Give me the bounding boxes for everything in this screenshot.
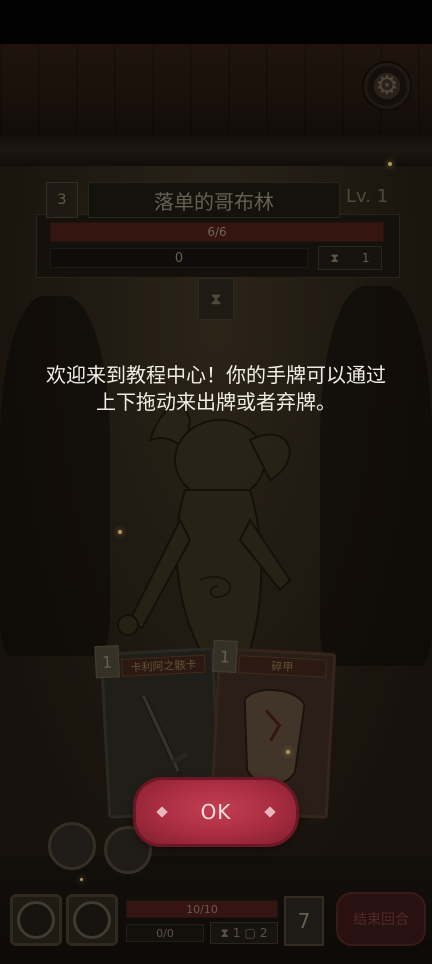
header-divider	[0, 134, 432, 166]
enemy-level-text: Lv. 1	[346, 186, 389, 207]
enemy-intent-value: 1	[361, 251, 370, 265]
ok-button-label: OK	[200, 800, 232, 824]
card-cost: 1	[94, 645, 121, 679]
player-block-bar: 0/0	[126, 924, 204, 942]
tutorial-line-1: 欢迎来到教程中心！你的手牌可以通过	[46, 363, 386, 387]
relic-icon[interactable]	[48, 822, 96, 870]
item-slot[interactable]	[66, 894, 118, 946]
enemy-block-bar: 0	[50, 248, 308, 268]
draw-value: 1	[232, 926, 241, 940]
sparkle-effect	[80, 878, 83, 881]
tutorial-message: 欢迎来到教程中心！你的手牌可以通过 上下拖动来出牌或者弃牌。	[10, 362, 422, 416]
hourglass-icon: ⧗	[198, 278, 234, 320]
player-hp-bar: 10/10	[126, 900, 278, 918]
card-title: 卡利阿之骸卡	[121, 654, 206, 677]
settings-gear-icon[interactable]: ⚙	[362, 61, 412, 111]
enemy-hp-bar: 6/6	[50, 222, 384, 242]
item-slot[interactable]	[10, 894, 62, 946]
sparkle-effect	[118, 530, 122, 534]
discard-icon: ▢	[244, 926, 256, 940]
tree-right-silhouette	[320, 286, 432, 666]
ok-button[interactable]: OK	[136, 780, 296, 844]
enemy-intent: ⧗ 1	[318, 246, 382, 270]
status-bar	[0, 0, 432, 44]
hourglass-icon: ⧗	[220, 925, 229, 940]
deck-counter[interactable]: 7	[284, 896, 324, 946]
sword-icon	[140, 693, 189, 788]
sparkle-effect	[388, 162, 392, 166]
card-cost: 1	[212, 639, 238, 673]
enemy-level-badge: 3	[46, 182, 78, 218]
diamond-icon	[156, 806, 168, 818]
sparkle-effect	[286, 750, 290, 754]
end-turn-button[interactable]: 结束回合	[336, 892, 426, 946]
hourglass-icon: ⧗	[330, 250, 339, 265]
diamond-icon	[264, 806, 276, 818]
draw-discard-counter: ⧗ 1 ▢ 2	[210, 922, 278, 944]
goblin-enemy-sprite[interactable]	[90, 380, 330, 680]
tutorial-line-2: 上下拖动来出牌或者弃牌。	[96, 390, 336, 414]
enemy-name: 落单的哥布林	[88, 182, 340, 218]
discard-value: 2	[259, 926, 268, 940]
card-title: 碎甲	[238, 655, 327, 678]
